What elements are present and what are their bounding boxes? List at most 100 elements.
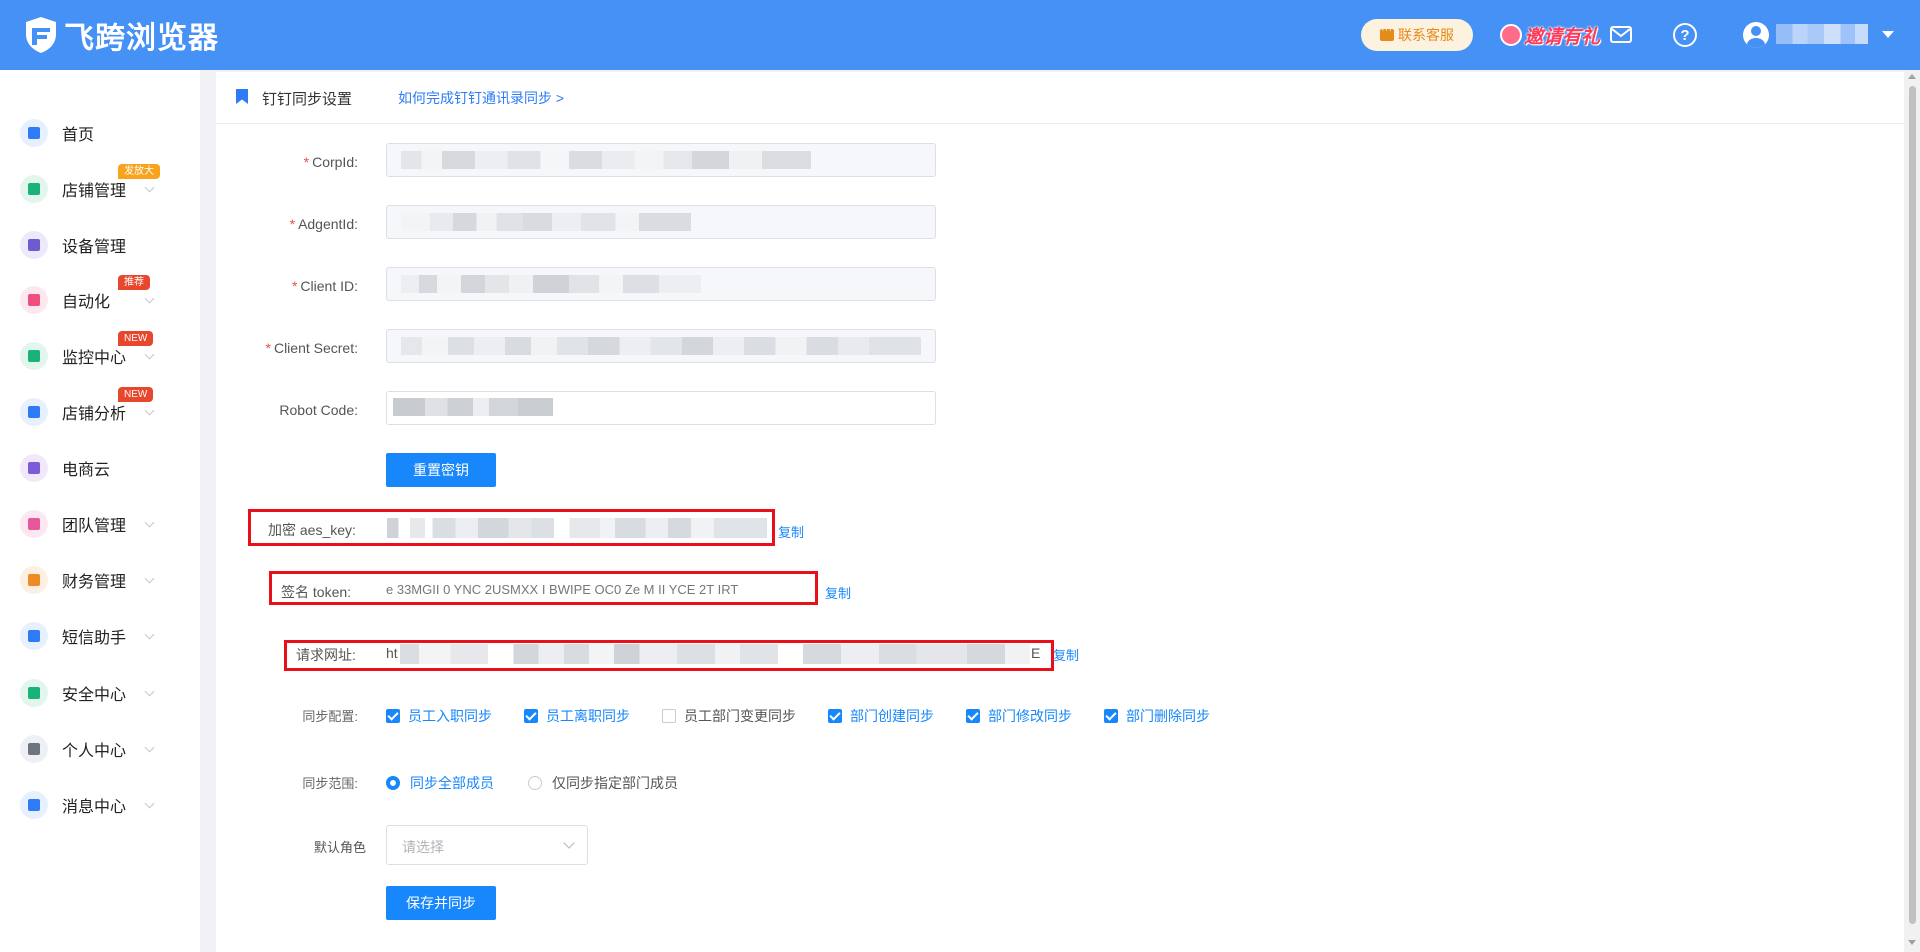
scrollbar-thumb[interactable] [1909, 86, 1916, 924]
sync-option-label: 部门创建同步 [850, 708, 934, 724]
sync-option-label: 员工部门变更同步 [684, 708, 796, 724]
sync-option-label: 员工入职同步 [408, 708, 492, 724]
sidebar-item-label: 安全中心 [62, 687, 127, 704]
sidebar-item-analytics[interactable]: 店铺分析 NEW [0, 387, 200, 435]
save-and-sync-button[interactable]: 保存并同步 [386, 886, 496, 920]
team-icon [20, 510, 48, 538]
user-name-blurred[interactable] [1776, 24, 1868, 44]
sidebar-item-shield[interactable]: 安全中心 [0, 670, 200, 716]
client-id-input[interactable] [386, 267, 936, 301]
sync-option-checkbox[interactable]: 部门创建同步 [828, 706, 934, 726]
sync-option-checkbox[interactable]: 员工离职同步 [524, 706, 630, 726]
chevron-down-icon [144, 629, 155, 639]
radio-unselected-icon[interactable] [528, 776, 542, 790]
sidebar-item-sms[interactable]: 短信助手 [0, 613, 200, 659]
sidebar-item-label: 团队管理 [62, 518, 127, 535]
analytics-icon [20, 398, 48, 426]
request-url-label: 请求网址: [296, 647, 356, 663]
sync-option-checkbox[interactable]: 部门修改同步 [966, 706, 1072, 726]
sidebar: 首页 店铺管理 发放大 设备管理 自动化 推荐 监控中心 NEW 店铺分析 NEW 电商云 团队管理财… [0, 70, 200, 952]
sidebar-item-home[interactable]: 首页 [0, 110, 200, 156]
robot-icon [20, 286, 48, 314]
invite-reward-button[interactable]: 邀请有礼 [1500, 20, 1600, 50]
reset-key-button[interactable]: 重置密钥 [386, 453, 496, 487]
sync-option-checkbox[interactable]: 员工部门变更同步 [662, 706, 796, 726]
aes-key-value-blurred [387, 518, 767, 538]
page-title: 钉钉同步设置 [262, 91, 353, 108]
caret-down-icon[interactable] [1882, 31, 1894, 38]
sync-option-label: 部门修改同步 [988, 708, 1072, 724]
sync-scope-label: 同步全部成员 [410, 775, 494, 791]
user-icon [20, 735, 48, 763]
checkbox-unchecked-icon[interactable] [662, 709, 676, 723]
copy-request-url-link[interactable]: 复制 [1053, 645, 1079, 664]
sidebar-item-device[interactable]: 设备管理 [0, 222, 200, 268]
monitor-icon [20, 342, 48, 370]
sync-option-checkbox[interactable]: 部门删除同步 [1104, 706, 1210, 726]
chevron-down-icon [144, 182, 155, 192]
checkbox-checked-icon[interactable] [966, 709, 980, 723]
sidebar-item-label: 首页 [62, 127, 95, 144]
sidebar-item-user[interactable]: 个人中心 [0, 726, 200, 772]
sync-scope-radio[interactable]: 仅同步指定部门成员 [528, 773, 678, 793]
bell-icon [20, 791, 48, 819]
sidebar-item-label: 监控中心 [62, 350, 127, 367]
sidebar-item-label: 设备管理 [62, 239, 127, 256]
sidebar-item-store[interactable]: 店铺管理 发放大 [0, 164, 200, 212]
radio-selected-icon[interactable] [386, 776, 400, 790]
sidebar-item-label: 店铺管理 [62, 183, 127, 200]
nav-badge: NEW [118, 387, 154, 402]
sync-scope-label: 同步范围: [302, 776, 358, 791]
sidebar-item-team[interactable]: 团队管理 [0, 501, 200, 547]
app-logo[interactable]: 飞跨浏览器 [24, 16, 219, 55]
aes-key-label: 加密 aes_key: [268, 522, 356, 538]
help-link[interactable]: 如何完成钉钉通讯录同步 > [398, 88, 564, 108]
sidebar-item-label: 财务管理 [62, 574, 127, 591]
device-icon [20, 231, 48, 259]
sync-option-label: 部门删除同步 [1126, 708, 1210, 724]
sidebar-item-label: 短信助手 [62, 630, 127, 647]
chevron-down-icon [144, 293, 155, 303]
top-header: 飞跨浏览器 联系客服 邀请有礼 ? [0, 0, 1920, 70]
client-secret-label: * Client Secret: [265, 340, 359, 356]
checkbox-checked-icon[interactable] [386, 709, 400, 723]
sidebar-item-wallet[interactable]: 财务管理 [0, 557, 200, 603]
app-name: 飞跨浏览器 [64, 22, 219, 55]
sidebar-item-cloud[interactable]: 电商云 [0, 445, 200, 491]
client-secret-input[interactable] [386, 329, 936, 363]
corp-id-input[interactable] [386, 143, 936, 177]
copy-aes-key-link[interactable]: 复制 [778, 522, 804, 541]
checkbox-checked-icon[interactable] [1104, 709, 1118, 723]
sidebar-item-monitor[interactable]: 监控中心 NEW [0, 331, 200, 379]
sync-scope-radio[interactable]: 同步全部成员 [386, 773, 494, 793]
sms-icon [20, 622, 48, 650]
chat-icon [1380, 24, 1394, 41]
default-role-select[interactable]: 请选择 [386, 825, 588, 865]
avatar[interactable] [1743, 22, 1769, 48]
sync-config-label: 同步配置: [302, 709, 358, 724]
scroll-up-arrow-icon[interactable] [1908, 74, 1916, 79]
nav-badge: 推荐 [118, 275, 150, 290]
robot-code-input[interactable] [386, 391, 936, 425]
scroll-down-arrow-icon[interactable] [1908, 940, 1916, 945]
agent-id-input[interactable] [386, 205, 936, 239]
mail-icon[interactable] [1610, 26, 1632, 43]
sidebar-item-robot[interactable]: 自动化 推荐 [0, 275, 200, 323]
checkbox-checked-icon[interactable] [828, 709, 842, 723]
sidebar-item-bell[interactable]: 消息中心 [0, 782, 200, 828]
chevron-down-icon [144, 405, 155, 415]
token-value: e 33MGII 0 YNC 2USMXX I BWIPE OC0 Ze M I… [386, 582, 739, 597]
chevron-down-icon [144, 798, 155, 808]
help-icon[interactable]: ? [1673, 23, 1697, 47]
store-icon [20, 175, 48, 203]
sidebar-item-label: 个人中心 [62, 743, 127, 760]
sync-scope-label: 仅同步指定部门成员 [552, 775, 678, 791]
support-label: 联系客服 [1398, 27, 1454, 43]
checkbox-checked-icon[interactable] [524, 709, 538, 723]
shield-icon [20, 679, 48, 707]
default-role-label: 默认角色 [313, 840, 366, 855]
token-label: 签名 token: [281, 584, 352, 600]
sync-option-checkbox[interactable]: 员工入职同步 [386, 706, 492, 726]
copy-token-link[interactable]: 复制 [825, 583, 851, 602]
contact-support-button[interactable]: 联系客服 [1361, 19, 1473, 51]
